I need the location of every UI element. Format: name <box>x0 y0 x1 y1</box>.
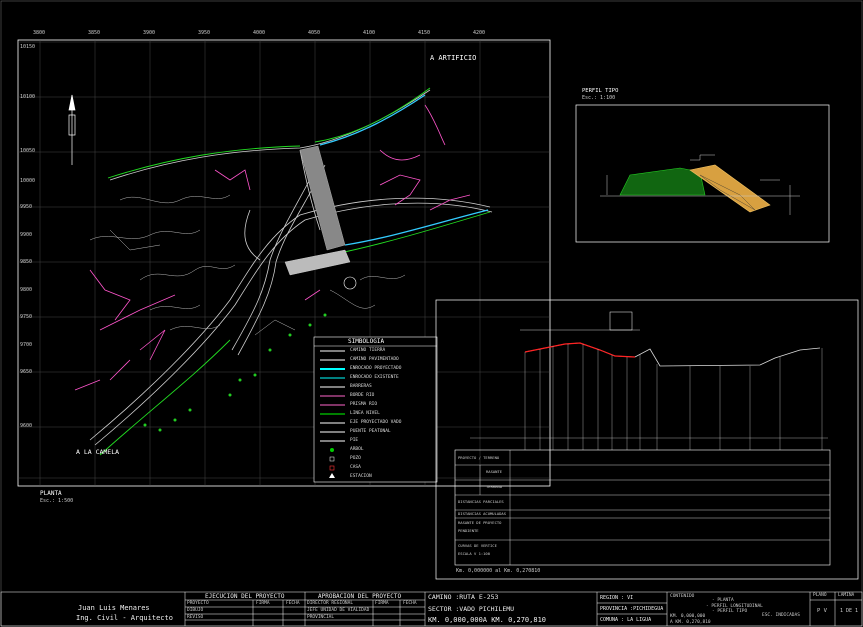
contents-header: CONTENIDO <box>670 594 695 599</box>
profile-row-label: CURVAS DE VERTICE <box>458 543 497 548</box>
province: PROVINCIA :PICHIDEGUA <box>600 606 664 612</box>
lamina-header: LAMINA <box>838 593 855 598</box>
plan-view <box>17 39 551 487</box>
grid-label-left: 9650 <box>20 369 33 375</box>
legend-item: CASA <box>350 465 361 470</box>
region: REGION : VI <box>600 595 634 601</box>
legend-item: LINEA NIVEL <box>350 411 380 416</box>
col-fecha: FECHA <box>403 601 417 606</box>
author-title: Ing. Civil - Arquitecto <box>76 614 173 622</box>
grid-label-left: 9750 <box>20 314 33 320</box>
profile-row-label: TERRENO <box>486 484 503 489</box>
legend-item: ESTACION <box>350 474 372 479</box>
approval-row-label: JEFE UNIDAD DE VIALIDAD <box>307 608 370 613</box>
col-fecha: FECHA <box>286 601 300 606</box>
section-title: PERFIL TIPO <box>582 88 619 94</box>
grid-label-left: 9900 <box>20 232 33 238</box>
grid-label-left: 9600 <box>20 423 33 429</box>
legend-item: CAMINO PAVIMENTADO <box>350 357 399 362</box>
section-scale: Esc.: 1:100 <box>582 95 616 101</box>
legend: SIMBOLOGIA CAMINO TIERRA CAMINO PAVIMENT… <box>314 337 437 482</box>
km-range: KM. 0,000,000A KM. 0,270,810 <box>428 616 547 624</box>
north-arrow-icon <box>68 94 76 165</box>
km-small-start: KM. 0,000,000 <box>670 614 706 619</box>
grid-label-top: 3800 <box>33 30 46 36</box>
lamina-value: 1 DE 1 <box>840 608 859 614</box>
road-name: CAMINO :RUTA E-253 <box>428 593 499 601</box>
profile-row-label: RASANTE <box>486 469 503 474</box>
grid-label-left: 9850 <box>20 259 33 265</box>
legend-item: EJE PROYECTADO VADO <box>350 420 402 425</box>
plan-title: PLANTA <box>40 490 62 497</box>
sector-name: SECTOR :VADO PICHILEMU <box>428 605 515 613</box>
profile-row-label: PENDIENTE <box>458 528 479 533</box>
grid-label-top: 3850 <box>88 30 101 36</box>
grid-label-left: 10000 <box>20 178 36 184</box>
exec-row-label: PROYECTO <box>187 601 209 606</box>
grid-label-top: 4050 <box>308 30 321 36</box>
drawing-canvas <box>0 0 863 627</box>
contents-item: - PERFIL TIPO <box>712 609 748 614</box>
profile-row-label: PROYECTO / TERRENO <box>458 455 500 460</box>
author-name: Juan Luis Menares <box>78 604 150 612</box>
exec-row-label: REVISO <box>187 615 204 620</box>
km-small-end: A KM. 0,270,810 <box>670 620 711 625</box>
grid-label-top: 4100 <box>363 30 376 36</box>
grid-label-top: 3900 <box>143 30 156 36</box>
grid-label-left: 10050 <box>20 148 36 154</box>
profile-row-label: ESCALA V 1:100 <box>458 551 491 556</box>
grid-label-left: 10150 <box>20 44 36 50</box>
legend-item: CAMINO TIERRA <box>350 348 386 353</box>
legend-item: ENROCADO PROYECTADO <box>350 366 402 371</box>
direction-south-label: A LA CAMELA <box>76 448 120 456</box>
profile-row-label: RASANTE DE PROYECTO <box>458 520 502 525</box>
plano-header: PLANO <box>813 593 827 598</box>
grid-label-top: 4000 <box>253 30 266 36</box>
profile-row-label: DISTANCIAS ACUMULADAS <box>458 511 507 516</box>
grid-label-left: 9700 <box>20 342 33 348</box>
legend-item: POZO <box>350 456 361 461</box>
approval-row-label: PROVINCIAL <box>307 615 335 620</box>
grid-label-top: 4150 <box>418 30 431 36</box>
grid-label-left: 10100 <box>20 94 36 100</box>
legend-item: ENROCADO EXISTENTE <box>350 375 399 380</box>
legend-item: ARBOL <box>350 447 364 452</box>
legend-title: SIMBOLOGIA <box>348 338 385 345</box>
legend-item: PIE <box>350 438 359 443</box>
legend-item: PRISMA RIO <box>350 402 378 407</box>
direction-north-label: A ARTIFICIO <box>430 54 477 62</box>
exec-row-label: DIBUJO <box>187 608 204 613</box>
scale-note: ESC. INDICADAS <box>762 613 800 618</box>
grid-label-left: 9800 <box>20 287 33 293</box>
grid-label-top: 3950 <box>198 30 211 36</box>
col-firma: FIRMA <box>375 601 389 606</box>
plan-scale: Esc.: 1:500 <box>40 498 74 504</box>
grid-label-left: 9950 <box>20 204 33 210</box>
approval-header: APROBACION DEL PROYECTO <box>318 593 402 600</box>
profile-chainage: Km. 0,000000 al Km. 0,270810 <box>456 568 541 574</box>
contents-item: - PLANTA <box>712 598 734 603</box>
typical-section <box>575 104 830 243</box>
legend-item: BORDE RIO <box>350 393 375 398</box>
col-firma: FIRMA <box>256 601 270 606</box>
longitudinal-profile <box>435 299 859 580</box>
legend-item: PUENTE PEATONAL <box>350 429 391 434</box>
plano-value: P V <box>817 608 827 614</box>
grid-label-top: 4200 <box>473 30 486 36</box>
approval-row-label: DIRECTOR REGIONAL <box>307 601 354 606</box>
execution-header: EJECUCION DEL PROYECTO <box>205 593 285 600</box>
profile-row-label: DISTANCIAS PARCIALES <box>458 499 504 504</box>
commune: COMUNA : LA LIGUA <box>600 617 652 623</box>
legend-item: BARRERAS <box>350 384 372 389</box>
